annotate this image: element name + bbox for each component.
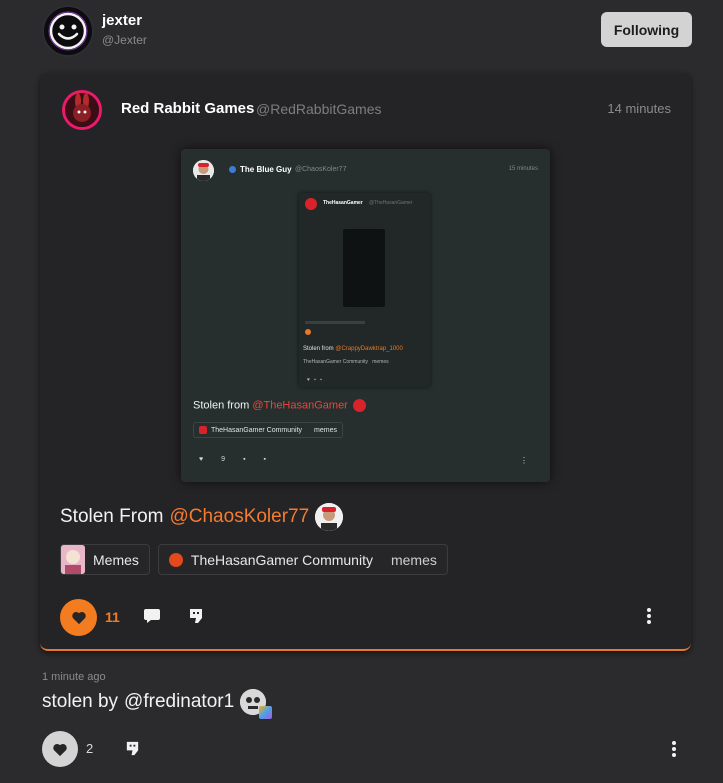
quoted-post-text: Stolen From @ChaosKoler77 (60, 503, 344, 531)
more-vertical-icon (672, 741, 676, 757)
quoted-author-handle[interactable]: @RedRabbitGames (256, 101, 382, 117)
post-like-button[interactable] (42, 731, 78, 767)
screenshot-like-count: 9 (221, 456, 226, 463)
post-time: 1 minute ago (42, 671, 106, 683)
screenshot-actions: ♥ 9 ▪ ▪ (199, 456, 266, 463)
more-vertical-icon (647, 608, 651, 624)
repost-button[interactable] (187, 607, 205, 630)
chip-thehasangamer-community[interactable]: TheHasanGamer Community memes (157, 544, 448, 575)
screenshot-stolen-text: Stolen from @TheHasanGamer (193, 399, 366, 412)
screenshot-repost-icon: ▪ (263, 456, 267, 463)
screenshot-time: 15 minutes (508, 166, 538, 172)
hasan-community-icon (168, 552, 183, 567)
screenshot-inner-actions: ♥ ▪ ▪ (307, 377, 322, 383)
post-repost-button[interactable] (124, 740, 141, 762)
heart-icon (53, 743, 67, 756)
inner-author-name: TheHasanGamer (323, 200, 363, 206)
verified-dot-icon (229, 166, 236, 173)
screenshot-heart-icon: ♥ (199, 456, 204, 463)
repost-icon (126, 741, 139, 756)
following-button[interactable]: Following (601, 12, 692, 47)
inner-author-handle: @TheHasanGamer (369, 200, 413, 206)
mention-avatar-fredinator[interactable] (240, 689, 273, 719)
quoted-author-name[interactable]: Red Rabbit Games (121, 100, 254, 117)
quoted-post-time: 14 minutes (607, 101, 671, 116)
user-avatar[interactable] (42, 5, 94, 57)
chip-community-tag[interactable]: memes (391, 552, 437, 568)
screenshot-community-chip: TheHasanGamer Community memes (193, 422, 343, 438)
inner-like-icon (305, 329, 311, 335)
memes-community-icon (61, 545, 85, 574)
quoted-post-text-prefix: Stolen From (60, 506, 164, 527)
user-handle[interactable]: @Jexter (102, 33, 147, 47)
like-count: 11 (105, 609, 120, 625)
chip-community-label: TheHasanGamer Community (190, 551, 373, 568)
post-screenshot-image[interactable]: The Blue Guy @ChaosKoler77 15 minutes Th… (181, 149, 550, 482)
chip-memes-label: Memes (93, 551, 139, 568)
inner-author-avatar (305, 198, 317, 210)
post-text-prefix: stolen by (42, 691, 119, 712)
like-button[interactable] (60, 599, 97, 636)
inner-phone-image (343, 229, 385, 307)
quoted-post-card[interactable]: Red Rabbit Games @RedRabbitGames 14 minu… (40, 73, 691, 651)
smiley-avatar-icon (48, 11, 88, 51)
screenshot-inner-community: TheHasanGamer Community memes (303, 359, 389, 365)
user-badge-icon (259, 706, 273, 719)
quoted-author-avatar[interactable] (62, 90, 102, 130)
post-text: stolen by @fredinator1 (42, 689, 273, 719)
repost-icon (190, 609, 202, 623)
post-more-options-button[interactable] (668, 740, 680, 763)
rabbit-avatar-icon (65, 93, 99, 127)
screenshot-inner-stolen-text: Stolen from @CrappyDawktrap_1000 (303, 346, 403, 352)
screenshot-more-icon: ⋮ (520, 456, 528, 465)
comment-button[interactable] (143, 608, 161, 629)
screenshot-inner-card: TheHasanGamer @TheHasanGamer (299, 193, 430, 387)
post-mention-link[interactable]: @fredinator1 (124, 691, 234, 713)
mention-link[interactable]: @ChaosKoler77 (169, 506, 309, 528)
screenshot-mention-avatar (352, 399, 366, 412)
screenshot-author-avatar (193, 160, 214, 181)
mention-avatar[interactable] (315, 503, 344, 531)
user-name[interactable]: jexter (102, 12, 142, 29)
post-like-count: 2 (86, 741, 94, 756)
screenshot-author-name: The Blue Guy (240, 165, 292, 174)
more-options-button[interactable] (643, 607, 655, 630)
comment-icon (144, 609, 160, 623)
chip-memes[interactable]: Memes (60, 544, 150, 575)
screenshot-comment-icon: ▪ (243, 456, 246, 463)
inner-bar (305, 321, 365, 324)
screenshot-author-handle: @ChaosKoler77 (295, 166, 347, 173)
post-header: jexter @Jexter Following (0, 0, 723, 64)
heart-icon (71, 611, 86, 625)
community-chips: Memes TheHasanGamer Community memes (60, 544, 448, 575)
